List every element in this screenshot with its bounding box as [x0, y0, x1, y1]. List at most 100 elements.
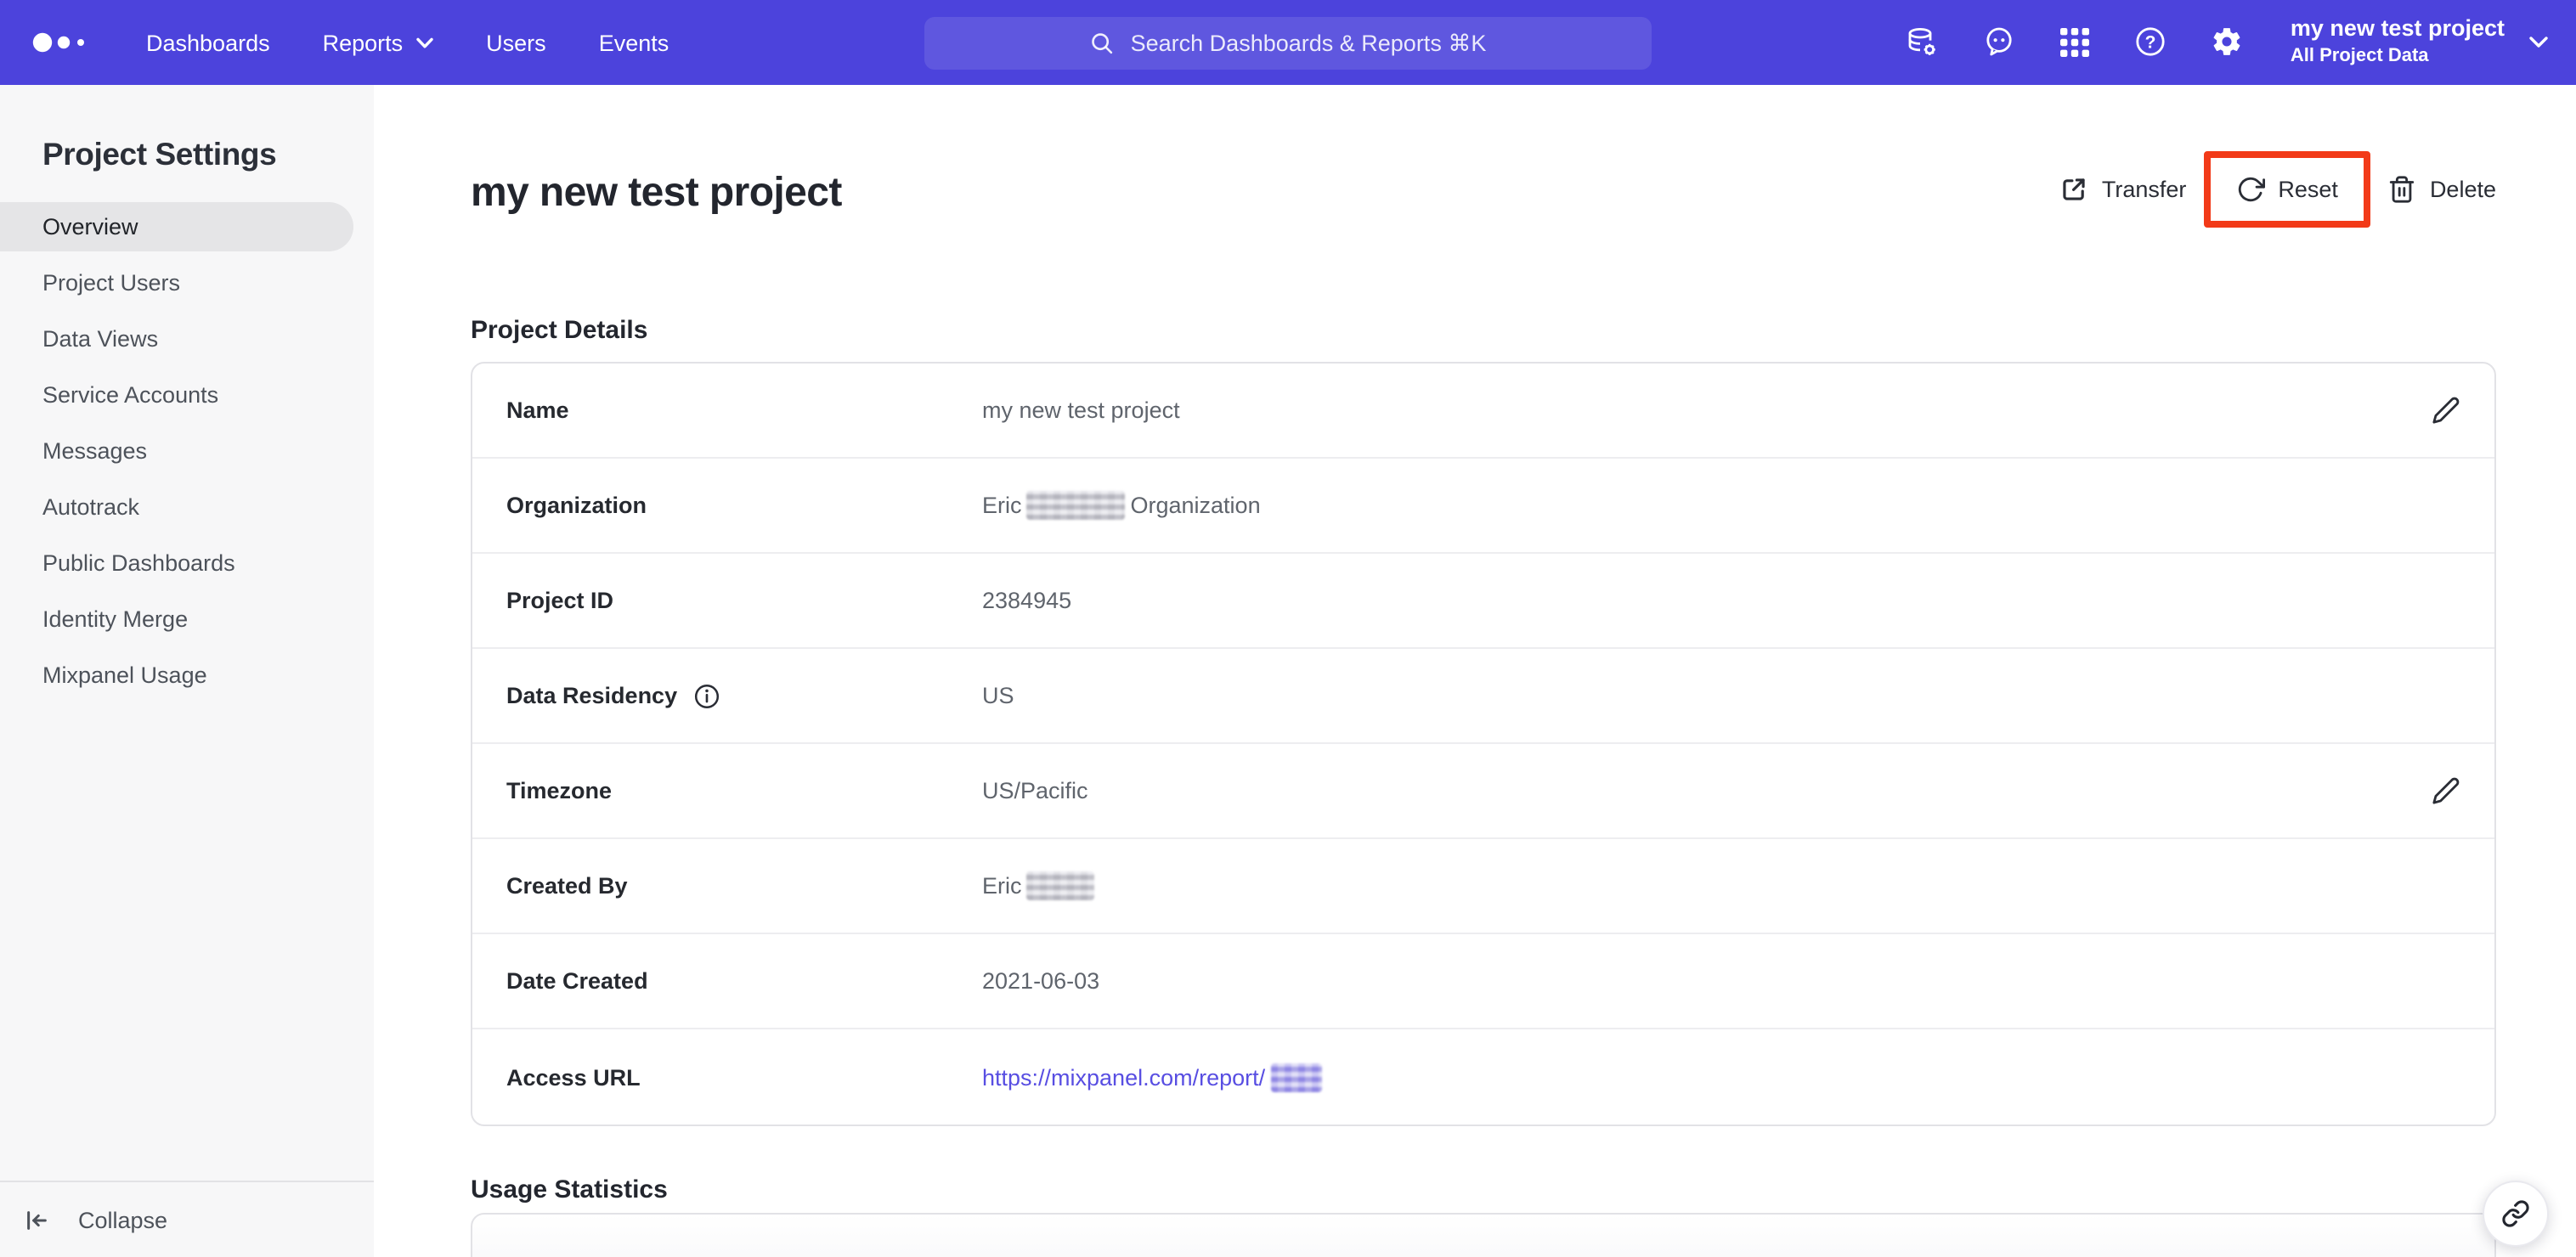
search-input[interactable]: Search Dashboards & Reports ⌘K	[924, 17, 1652, 70]
usage-statistics-heading: Usage Statistics	[471, 1175, 668, 1204]
sidebar-item-label: Data Views	[42, 326, 159, 352]
redacted-text	[1026, 491, 1126, 520]
top-nav: Dashboards Reports Users Events Search D…	[0, 0, 2576, 85]
row-label: Organization	[506, 493, 647, 518]
svg-text:?: ?	[2144, 33, 2155, 53]
detail-row-date-created: Date Created 2021-06-03	[472, 934, 2494, 1029]
row-value: 2384945	[982, 588, 2460, 613]
project-selector[interactable]: my new test project All Project Data	[2291, 16, 2549, 69]
search-placeholder: Search Dashboards & Reports ⌘K	[1130, 30, 1487, 55]
main-content: my new test project Transfer Reset Delet…	[374, 85, 2576, 1257]
usage-statistics-card	[471, 1213, 2496, 1257]
sidebar-item-service-accounts[interactable]: Service Accounts	[0, 367, 353, 423]
nav-item-dashboards[interactable]: Dashboards	[146, 30, 270, 55]
reset-button[interactable]: Reset	[2235, 174, 2338, 203]
edit-name-button[interactable]	[2432, 396, 2460, 425]
project-details-heading: Project Details	[471, 316, 648, 345]
detail-row-timezone: Timezone US/Pacific	[472, 744, 2494, 839]
sidebar-item-label: Service Accounts	[42, 382, 219, 408]
row-value: Eric	[982, 871, 2460, 900]
help-icon[interactable]: ?	[2134, 26, 2166, 59]
share-link-button[interactable]	[2483, 1181, 2549, 1247]
sidebar-item-overview[interactable]: Overview	[0, 202, 353, 251]
sidebar-item-label: Project Users	[42, 270, 181, 296]
row-value: my new test project	[982, 397, 2432, 423]
sidebar-item-project-users[interactable]: Project Users	[0, 255, 353, 311]
sidebar-item-label: Public Dashboards	[42, 550, 235, 576]
sidebar-item-autotrack[interactable]: Autotrack	[0, 479, 353, 535]
transfer-label: Transfer	[2101, 176, 2187, 201]
nav-item-label: Dashboards	[146, 30, 270, 55]
search-icon	[1092, 33, 1113, 54]
nav-item-events[interactable]: Events	[599, 30, 669, 55]
row-label: Timezone	[506, 778, 613, 803]
detail-row-created-by: Created By Eric	[472, 839, 2494, 934]
row-value: US	[982, 683, 2460, 708]
sidebar-item-mixpanel-usage[interactable]: Mixpanel Usage	[0, 647, 353, 703]
organization-value-prefix: Eric	[982, 493, 1022, 518]
redacted-text	[1026, 871, 1095, 900]
collapse-label: Collapse	[78, 1207, 168, 1232]
sidebar-item-public-dashboards[interactable]: Public Dashboards	[0, 535, 353, 591]
collapse-sidebar-button[interactable]: Collapse	[0, 1181, 374, 1257]
feedback-icon[interactable]	[1983, 26, 2015, 59]
row-label: Created By	[506, 873, 628, 899]
nav-item-label: Reports	[322, 30, 404, 55]
row-value: Eric Organization	[982, 491, 2460, 520]
detail-row-organization: Organization Eric Organization	[472, 459, 2494, 554]
primary-nav: Dashboards Reports Users Events	[146, 30, 721, 55]
sidebar-item-label: Autotrack	[42, 494, 140, 520]
sidebar-nav: Overview Project Users Data Views Servic…	[0, 202, 374, 703]
transfer-button[interactable]: Transfer	[2059, 174, 2187, 203]
redacted-text	[1270, 1063, 1322, 1091]
sidebar-title: Project Settings	[42, 136, 277, 172]
edit-pencil-icon	[2432, 397, 2460, 424]
name-value: my new test project	[982, 397, 1180, 423]
settings-sidebar: Project Settings Overview Project Users …	[0, 85, 374, 1257]
current-project-name: my new test project	[2290, 15, 2505, 42]
row-label: Access URL	[506, 1064, 641, 1090]
nav-item-label: Users	[486, 30, 546, 55]
data-residency-value: US	[982, 683, 1014, 708]
data-management-icon[interactable]	[1905, 25, 1939, 59]
detail-row-data-residency: Data Residency US	[472, 649, 2494, 744]
sidebar-item-identity-merge[interactable]: Identity Merge	[0, 591, 353, 647]
chevron-down-icon	[2529, 37, 2548, 48]
row-label: Data Residency	[506, 682, 982, 709]
edit-timezone-button[interactable]	[2432, 776, 2460, 805]
mixpanel-dots-icon	[32, 32, 84, 53]
info-icon[interactable]	[692, 682, 720, 709]
project-selector-labels: my new test project All Project Data	[2291, 16, 2505, 69]
reset-icon	[2238, 176, 2265, 201]
sidebar-item-label: Identity Merge	[42, 606, 189, 632]
nav-item-users[interactable]: Users	[486, 30, 546, 55]
row-label: Project ID	[506, 588, 614, 613]
sidebar-item-label: Overview	[42, 214, 138, 240]
reset-label: Reset	[2278, 176, 2338, 201]
sidebar-item-data-views[interactable]: Data Views	[0, 311, 353, 367]
sidebar-item-label: Messages	[42, 438, 148, 464]
project-details-card: Name my new test project Organization Er…	[471, 362, 2496, 1126]
collapse-left-icon	[27, 1210, 47, 1229]
nav-item-reports[interactable]: Reports	[323, 30, 434, 55]
project-actions: Transfer Reset Delete	[2059, 150, 2496, 227]
apps-grid-icon[interactable]	[2059, 27, 2090, 58]
row-label: Name	[506, 397, 569, 423]
edit-pencil-icon	[2432, 777, 2460, 804]
detail-row-access-url: Access URL https://mixpanel.com/report/	[472, 1029, 2494, 1125]
chevron-down-icon	[416, 37, 433, 48]
delete-label: Delete	[2429, 176, 2496, 201]
nav-right-cluster: ? my new test project All Project Data	[1905, 16, 2549, 69]
sidebar-item-messages[interactable]: Messages	[0, 423, 353, 479]
detail-row-name: Name my new test project	[472, 364, 2494, 459]
access-url-link[interactable]: https://mixpanel.com/report/	[982, 1064, 1265, 1090]
delete-button[interactable]: Delete	[2387, 174, 2496, 203]
transfer-icon	[2063, 178, 2085, 200]
current-project-scope: All Project Data	[2290, 46, 2429, 67]
project-id-value: 2384945	[982, 588, 1072, 613]
settings-icon[interactable]	[2211, 26, 2243, 59]
organization-value-suffix: Organization	[1130, 493, 1261, 518]
mixpanel-logo-icon[interactable]	[31, 29, 95, 56]
mixpanel-project-settings-page: Dashboards Reports Users Events Search D…	[0, 0, 2576, 1257]
row-label-text: Data Residency	[506, 683, 678, 708]
